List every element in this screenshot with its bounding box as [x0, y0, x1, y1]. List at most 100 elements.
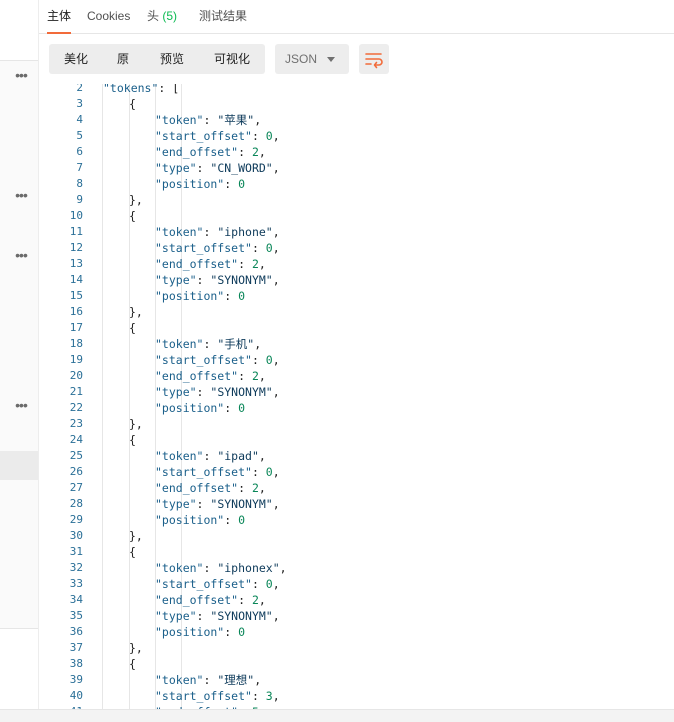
code-text: "token": "手机", — [155, 336, 261, 352]
line-number: 25 — [69, 449, 83, 462]
code-line: 32 "token": "iphonex", — [39, 560, 674, 576]
tab-test-results[interactable]: 测试结果 — [199, 0, 247, 33]
json-value: "理想" — [217, 673, 255, 687]
code-line: 18 "token": "手机", — [39, 336, 674, 352]
line-number: 2 — [76, 84, 83, 94]
json-value: 0 — [238, 401, 246, 415]
tab-body[interactable]: 主体 — [47, 0, 72, 34]
tab-cookies[interactable]: Cookies — [87, 0, 130, 33]
json-key: "type" — [155, 385, 197, 399]
horizontal-scrollbar[interactable] — [0, 709, 674, 722]
code-text: "token": "理想", — [155, 672, 261, 688]
json-value: "苹果" — [217, 113, 255, 127]
json-value: "手机" — [217, 337, 255, 351]
response-toolbar: 美化 原 预览 可视化 JSON — [39, 34, 674, 86]
code-line: 40 "start_offset": 3, — [39, 688, 674, 704]
code-text: "end_offset": 2, — [155, 592, 266, 608]
code-text: "position": 0 — [155, 288, 245, 304]
code-line: 33 "start_offset": 0, — [39, 576, 674, 592]
json-colon: : — [238, 369, 252, 383]
line-number: 4 — [76, 113, 83, 126]
more-options-icon[interactable]: ••• — [12, 188, 30, 202]
more-options-icon[interactable]: ••• — [12, 398, 30, 412]
language-select[interactable]: JSON — [275, 44, 349, 74]
json-punctuation: { — [129, 321, 136, 335]
code-line: 27 "end_offset": 2, — [39, 480, 674, 496]
line-number: 33 — [69, 577, 83, 590]
code-line: 2 "tokens": [ — [39, 84, 674, 96]
json-comma: , — [258, 481, 266, 495]
json-value: 2 — [251, 593, 259, 607]
pretty-button[interactable]: 美化 — [53, 44, 99, 74]
more-options-icon[interactable]: ••• — [12, 68, 30, 82]
sidebar-selected-item[interactable] — [0, 451, 38, 480]
raw-button[interactable]: 原 — [105, 44, 141, 74]
json-punctuation: { — [129, 433, 136, 447]
json-value: "SYNONYM" — [210, 609, 273, 623]
json-colon: : — [203, 337, 218, 351]
tab-headers[interactable]: 头 (5) — [147, 0, 177, 33]
tab-label: Cookies — [87, 9, 131, 23]
more-options-icon[interactable]: ••• — [12, 248, 30, 262]
json-value: "SYNONYM" — [210, 273, 273, 287]
line-number: 40 — [69, 689, 83, 702]
chevron-down-icon — [327, 57, 335, 62]
wrap-lines-button[interactable] — [359, 44, 389, 74]
json-colon: : — [224, 401, 239, 415]
line-number: 34 — [69, 593, 83, 606]
view-mode-group: 美化 原 预览 可视化 — [49, 44, 265, 74]
code-text: "start_offset": 0, — [155, 464, 280, 480]
code-line: 5 "start_offset": 0, — [39, 128, 674, 144]
sidebar-header — [0, 0, 38, 61]
code-text: { — [129, 320, 136, 336]
visualize-button[interactable]: 可视化 — [203, 44, 261, 74]
line-number: 37 — [69, 641, 83, 654]
code-text: "start_offset": 0, — [155, 576, 280, 592]
code-line: 22 "position": 0 — [39, 400, 674, 416]
json-key: "type" — [155, 497, 197, 511]
json-comma: , — [254, 337, 262, 351]
line-number: 8 — [76, 177, 83, 190]
json-comma: , — [272, 129, 280, 143]
code-text: "position": 0 — [155, 400, 245, 416]
json-colon: : — [196, 273, 211, 287]
json-key: "end_offset" — [155, 369, 239, 383]
json-key: "position" — [155, 177, 225, 191]
json-key: "end_offset" — [155, 145, 239, 159]
json-value: 0 — [265, 241, 273, 255]
json-colon: : — [203, 113, 218, 127]
line-number: 21 — [69, 385, 83, 398]
json-punctuation: }, — [129, 529, 143, 543]
code-line: 23}, — [39, 416, 674, 432]
json-comma: , — [258, 593, 266, 607]
json-value: 2 — [251, 145, 259, 159]
json-colon: : — [238, 593, 252, 607]
json-key: "token" — [155, 449, 204, 463]
json-punctuation: }, — [129, 193, 143, 207]
line-number: 30 — [69, 529, 83, 542]
code-text: "token": "iphonex", — [155, 560, 287, 576]
json-value: 2 — [251, 369, 259, 383]
code-line: 20 "end_offset": 2, — [39, 368, 674, 384]
code-line: 15 "position": 0 — [39, 288, 674, 304]
json-value: 0 — [238, 177, 246, 191]
json-value: "CN_WORD" — [210, 161, 273, 175]
json-key: "start_offset" — [155, 465, 252, 479]
line-number: 35 — [69, 609, 83, 622]
json-punctuation: }, — [129, 305, 143, 319]
json-colon: : — [203, 225, 218, 239]
json-value: 3 — [265, 689, 273, 703]
line-number: 17 — [69, 321, 83, 334]
response-body-editor[interactable]: 2 "tokens": [3{4 "token": "苹果", 5 "start_off… — [39, 84, 674, 710]
response-tabs: 主体 Cookies 头 (5) 测试结果 — [39, 0, 674, 34]
json-key: "position" — [155, 513, 225, 527]
code-text: "token": "苹果", — [155, 112, 261, 128]
json-value: 0 — [238, 513, 246, 527]
line-number: 10 — [69, 209, 83, 222]
code-line: 14 "type": "SYNONYM", — [39, 272, 674, 288]
preview-button[interactable]: 预览 — [147, 44, 197, 74]
code-line: 39 "token": "理想", — [39, 672, 674, 688]
json-comma: , — [258, 369, 266, 383]
json-comma: , — [254, 673, 262, 687]
json-punctuation: { — [129, 545, 136, 559]
